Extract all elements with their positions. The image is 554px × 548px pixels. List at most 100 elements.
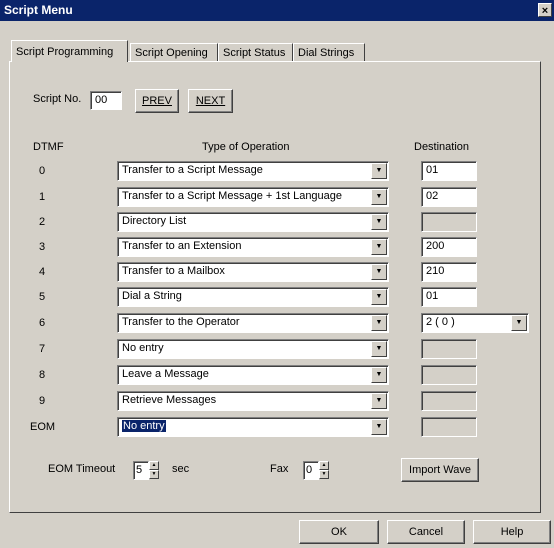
operation-text: Transfer to the Operator bbox=[122, 316, 240, 328]
destination-input[interactable]: 01 bbox=[421, 287, 477, 307]
tab-label: Script Programming bbox=[16, 46, 114, 58]
destination-input[interactable]: 01 bbox=[421, 161, 477, 181]
operation-text: Leave a Message bbox=[122, 368, 209, 380]
tab-label: Script Opening bbox=[135, 47, 208, 59]
dtmf-key: 4 bbox=[38, 266, 46, 278]
operation-value[interactable]: Transfer to a Script Message bbox=[117, 161, 389, 181]
chevron-down-icon[interactable]: ▼ bbox=[371, 214, 387, 230]
fax-spinner[interactable]: ▲ ▼ bbox=[319, 461, 329, 479]
operation-text: Directory List bbox=[122, 215, 187, 227]
operation-select[interactable]: Leave a Message ▼ bbox=[117, 365, 389, 385]
operation-value[interactable]: Retrieve Messages bbox=[117, 391, 389, 411]
chevron-down-icon[interactable]: ▼ bbox=[371, 341, 387, 357]
operation-value[interactable]: Transfer to an Extension bbox=[117, 237, 389, 257]
type-of-operation-header: Type of Operation bbox=[202, 141, 290, 153]
tab-dial-strings[interactable]: Dial Strings bbox=[293, 43, 365, 61]
chevron-down-icon[interactable]: ▼ bbox=[371, 367, 387, 383]
operation-select[interactable]: Transfer to a Script Message ▼ bbox=[117, 161, 389, 181]
script-menu-window: Script Menu × Script Programming Script … bbox=[0, 0, 554, 548]
chevron-down-icon[interactable]: ▼ bbox=[371, 239, 387, 255]
title-bar[interactable]: Script Menu × bbox=[0, 0, 554, 21]
operation-select[interactable]: Transfer to an Extension ▼ bbox=[117, 237, 389, 257]
script-no-label: Script No. bbox=[33, 93, 82, 105]
dtmf-key: 8 bbox=[38, 369, 46, 381]
eom-timeout-input[interactable]: 5 bbox=[133, 461, 149, 480]
help-button[interactable]: Help bbox=[473, 520, 551, 544]
tab-script-opening[interactable]: Script Opening bbox=[130, 43, 218, 61]
tab-label: Dial Strings bbox=[298, 47, 355, 59]
close-button[interactable]: × bbox=[538, 3, 552, 17]
next-button[interactable]: NEXT bbox=[188, 89, 233, 113]
ok-button[interactable]: OK bbox=[299, 520, 379, 544]
spin-down-icon[interactable]: ▼ bbox=[149, 470, 159, 479]
chevron-down-icon[interactable]: ▼ bbox=[371, 264, 387, 280]
dtmf-key: 9 bbox=[38, 395, 46, 407]
chevron-down-icon[interactable]: ▼ bbox=[371, 163, 387, 179]
operation-value[interactable]: Transfer to the Operator bbox=[117, 313, 389, 333]
operation-text: Transfer to a Mailbox bbox=[122, 265, 225, 277]
dtmf-key: 1 bbox=[38, 191, 46, 203]
fax-input[interactable]: 0 bbox=[303, 461, 319, 480]
window-title: Script Menu bbox=[4, 3, 73, 17]
spin-up-icon[interactable]: ▲ bbox=[319, 461, 329, 470]
prev-button[interactable]: PREV bbox=[135, 89, 179, 113]
operation-text: Transfer to a Script Message + 1st Langu… bbox=[122, 190, 343, 202]
script-no-input[interactable]: 00 bbox=[90, 91, 122, 110]
chevron-down-icon[interactable]: ▼ bbox=[371, 393, 387, 409]
eom-timeout-spinner[interactable]: ▲ ▼ bbox=[149, 461, 159, 479]
dtmf-key: 2 bbox=[38, 216, 46, 228]
dtmf-key: 0 bbox=[38, 165, 46, 177]
eom-timeout-unit: sec bbox=[172, 463, 190, 475]
operation-text: Transfer to a Script Message bbox=[122, 164, 263, 176]
operation-text: Dial a String bbox=[122, 290, 182, 302]
eom-timeout-label: EOM Timeout bbox=[48, 463, 116, 475]
operation-value[interactable]: Transfer to a Mailbox bbox=[117, 262, 389, 282]
destination-input[interactable]: 02 bbox=[421, 187, 477, 207]
dtmf-key: 7 bbox=[38, 343, 46, 355]
next-label: NEXT bbox=[195, 95, 226, 107]
destination-input[interactable]: 200 bbox=[421, 237, 477, 257]
import-wave-button[interactable]: Import Wave bbox=[401, 458, 479, 482]
operation-text: Retrieve Messages bbox=[122, 394, 217, 406]
chevron-down-icon[interactable]: ▼ bbox=[371, 289, 387, 305]
dtmf-key: 3 bbox=[38, 241, 46, 253]
fax-label: Fax bbox=[270, 463, 289, 475]
operation-text: No entry bbox=[122, 420, 166, 432]
dtmf-key: 5 bbox=[38, 291, 46, 303]
operation-value[interactable]: No entry bbox=[117, 339, 389, 359]
chevron-down-icon[interactable]: ▼ bbox=[511, 315, 527, 331]
destination-input bbox=[421, 339, 477, 359]
destination-input[interactable]: 210 bbox=[421, 262, 477, 282]
destination-header: Destination bbox=[414, 141, 470, 153]
close-icon: × bbox=[541, 5, 549, 17]
operation-value[interactable]: Dial a String bbox=[117, 287, 389, 307]
tab-script-status[interactable]: Script Status bbox=[218, 43, 293, 61]
operation-select[interactable]: Transfer to a Script Message + 1st Langu… bbox=[117, 187, 389, 207]
operation-value[interactable]: No entry bbox=[117, 417, 389, 437]
operation-value[interactable]: Directory List bbox=[117, 212, 389, 232]
dtmf-header: DTMF bbox=[33, 141, 64, 153]
tab-label: Script Status bbox=[223, 47, 286, 59]
spin-up-icon[interactable]: ▲ bbox=[149, 461, 159, 470]
chevron-down-icon[interactable]: ▼ bbox=[371, 315, 387, 331]
chevron-down-icon[interactable]: ▼ bbox=[371, 419, 387, 435]
operation-select[interactable]: Directory List ▼ bbox=[117, 212, 389, 232]
destination-select[interactable]: 2 ( 0 ) ▼ bbox=[421, 313, 529, 333]
spin-down-icon[interactable]: ▼ bbox=[319, 470, 329, 479]
destination-input bbox=[421, 417, 477, 437]
operation-select[interactable]: Retrieve Messages ▼ bbox=[117, 391, 389, 411]
operation-value[interactable]: Leave a Message bbox=[117, 365, 389, 385]
operation-text: Transfer to an Extension bbox=[122, 240, 242, 252]
operation-select[interactable]: Transfer to the Operator ▼ bbox=[117, 313, 389, 333]
destination-input bbox=[421, 365, 477, 385]
dtmf-key: 6 bbox=[38, 317, 46, 329]
cancel-button[interactable]: Cancel bbox=[387, 520, 465, 544]
operation-select[interactable]: Dial a String ▼ bbox=[117, 287, 389, 307]
prev-label: PREV bbox=[142, 95, 172, 107]
operation-select[interactable]: No entry ▼ bbox=[117, 417, 389, 437]
operation-select[interactable]: Transfer to a Mailbox ▼ bbox=[117, 262, 389, 282]
operation-select[interactable]: No entry ▼ bbox=[117, 339, 389, 359]
tab-script-programming[interactable]: Script Programming bbox=[11, 40, 128, 62]
operation-value[interactable]: Transfer to a Script Message + 1st Langu… bbox=[117, 187, 389, 207]
chevron-down-icon[interactable]: ▼ bbox=[371, 189, 387, 205]
